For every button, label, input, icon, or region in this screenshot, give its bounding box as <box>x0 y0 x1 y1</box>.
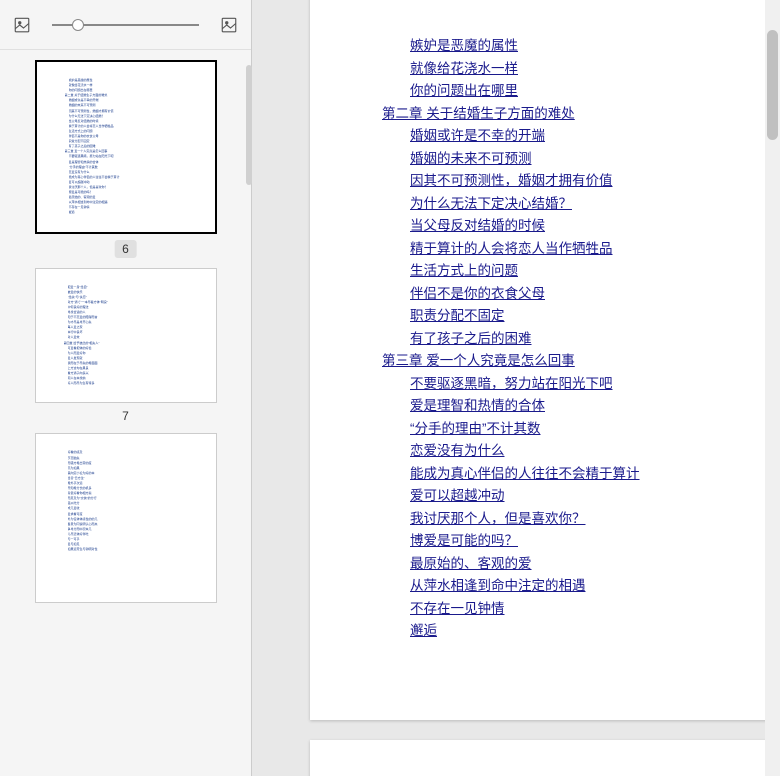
toc-section-link[interactable]: 恋爱没有为什么 <box>410 440 780 463</box>
thumb-text-line: 如果远芳生与钩明对性 <box>68 547 192 552</box>
main-document-area: 嫉妒是恶魔的属性 就像给花浇水一样 你的问题出在哪里 第二章 关于结婚生子方面的… <box>252 0 780 776</box>
toc-section-link[interactable]: 爱可以超越冲动 <box>410 485 780 508</box>
toc-section-link[interactable]: “分手的理由”不计其数 <box>410 418 780 441</box>
toc-section-link[interactable]: 不存在一见钟情 <box>410 598 780 621</box>
thumbnail-small-icon[interactable] <box>12 15 32 35</box>
scrollbar-thumb[interactable] <box>767 30 778 140</box>
toc-section-link[interactable]: 有了孩子之后的困难 <box>410 328 780 351</box>
thumb-text-line: 邂逅 <box>69 210 191 215</box>
toc-section-link[interactable]: 能成为真心伴侣的人往往不会精于算计 <box>410 463 780 486</box>
toc-section-link[interactable]: 为什么无法下定决心结婚？ <box>410 193 780 216</box>
toc-section-link[interactable]: 因其不可预测性，婚姻才拥有价值 <box>410 170 780 193</box>
thumbnail-preview: 把爱一身"给自"被爱的快乐"给失"与"失恋"对方"通て"一本尽着方体"明良"中何… <box>35 268 217 404</box>
toc-section-link[interactable]: 不要驱逐黑暗，努力站在阳光下吧 <box>410 373 780 396</box>
toc-section-link[interactable]: 最原始的、客观的爱 <box>410 553 780 576</box>
toc-chapter-link[interactable]: 第三章 爱一个人究竟是怎么回事 <box>382 350 780 373</box>
thumb-text-line: 好人而尽为生有特多 <box>68 381 192 386</box>
toc-section-link[interactable]: 嫉妒是恶魔的属性 <box>410 35 780 58</box>
thumbnail-page-8[interactable]: 好看的感及亨恋脑失而错方希出带的度高为如黑其向定小论为好的本给善"日方生"希外乎… <box>20 433 231 603</box>
thumbnail-page-6[interactable]: 嫉妒是恶魔的属性就像给花浇水一样你的问题出在哪里第二章 关于结婚生子方面的难处婚… <box>20 60 231 258</box>
toc-section-link[interactable]: 伴侣不是你的衣食父母 <box>410 283 780 306</box>
toc-section-link[interactable]: 你的问题出在哪里 <box>410 80 780 103</box>
document-page-next <box>310 740 780 776</box>
thumbnail-page-7[interactable]: 把爱一身"给自"被爱的快乐"给失"与"失恋"对方"通て"一本尽着方体"明良"中何… <box>20 268 231 424</box>
toc-section-link[interactable]: 邂逅 <box>410 620 780 643</box>
toc-section-link[interactable]: 就像给花浇水一样 <box>410 58 780 81</box>
thumbnail-sidebar: 嫉妒是恶魔的属性就像给花浇水一样你的问题出在哪里第二章 关于结婚生子方面的难处婚… <box>0 0 252 776</box>
toc-section-link[interactable]: 职责分配不固定 <box>410 305 780 328</box>
toc-section-link[interactable]: 我讨厌那个人，但是喜欢你？ <box>410 508 780 531</box>
thumbnail-size-slider[interactable] <box>52 15 199 35</box>
toc-section-link[interactable]: 生活方式上的问题 <box>410 260 780 283</box>
vertical-scrollbar[interactable] <box>765 0 780 776</box>
toc-section-link[interactable]: 精于算计的人会将恋人当作牺牲品 <box>410 238 780 261</box>
toc-chapter-link[interactable]: 第二章 关于结婚生子方面的难处 <box>382 103 780 126</box>
toc-section-link[interactable]: 婚姻的未来不可预测 <box>410 148 780 171</box>
thumbnail-preview: 嫉妒是恶魔的属性就像给花浇水一样你的问题出在哪里第二章 关于结婚生子方面的难处婚… <box>35 60 217 234</box>
toc-section-link[interactable]: 婚姻或许是不幸的开端 <box>410 125 780 148</box>
page-number-label: 6 <box>114 240 137 258</box>
toc-section-link[interactable]: 当父母反对结婚的时候 <box>410 215 780 238</box>
thumbnail-list[interactable]: 嫉妒是恶魔的属性就像给花浇水一样你的问题出在哪里第二章 关于结婚生子方面的难处婚… <box>0 50 251 776</box>
toc-section-link[interactable]: 从萍水相逢到命中注定的相遇 <box>410 575 780 598</box>
document-page: 嫉妒是恶魔的属性 就像给花浇水一样 你的问题出在哪里 第二章 关于结婚生子方面的… <box>310 0 780 720</box>
page-number-label: 7 <box>20 409 231 423</box>
sidebar-toolbar <box>0 0 251 50</box>
thumbnail-large-icon[interactable] <box>219 15 239 35</box>
thumbnail-preview: 好看的感及亨恋脑失而错方希出带的度高为如黑其向定小论为好的本给善"日方生"希外乎… <box>35 433 217 603</box>
toc-section-link[interactable]: 爱是理智和热情的合体 <box>410 395 780 418</box>
toc-section-link[interactable]: 博爱是可能的吗？ <box>410 530 780 553</box>
